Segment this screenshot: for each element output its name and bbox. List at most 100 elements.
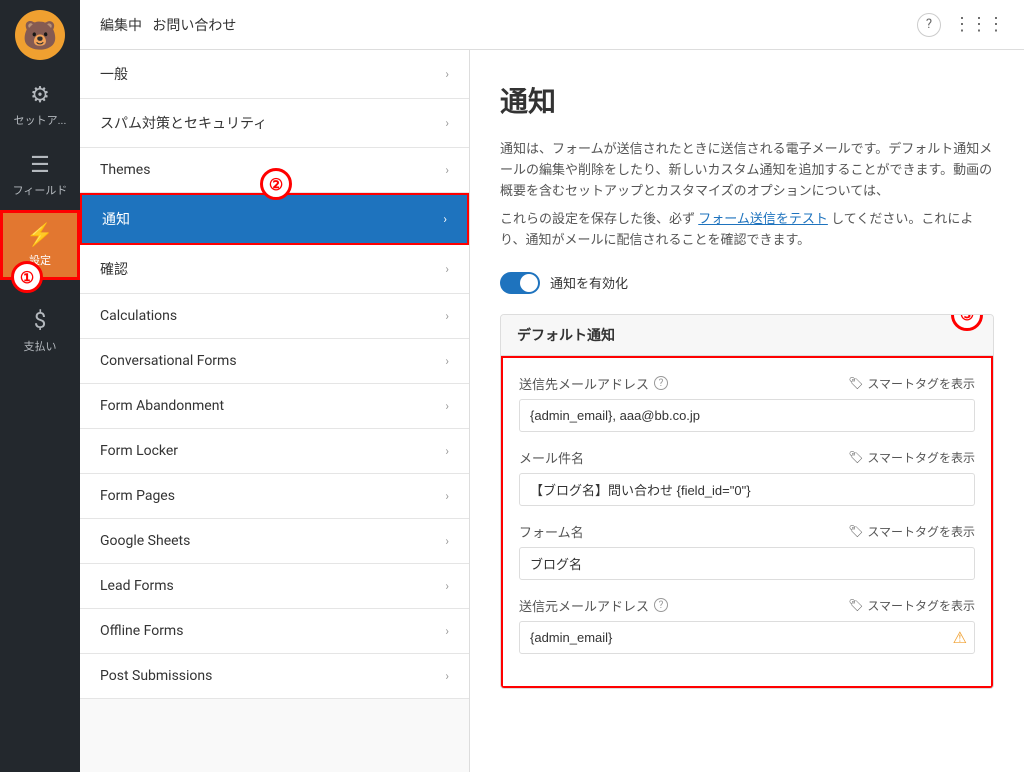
smart-tag-link-from-email[interactable]: 🏷 スマートタグを表示 <box>848 597 975 614</box>
nav-label: Form Pages <box>100 488 175 504</box>
panel-title: 通知 <box>500 80 994 120</box>
annotation-1: ① <box>11 261 43 293</box>
top-bar-actions: ? ⋮⋮⋮ <box>917 13 1004 37</box>
app-logo: 🐻 <box>0 0 80 70</box>
field-row-from-email: 送信元メールアドレス ? 🏷 スマートタグを表示 ⚠ <box>519 596 975 654</box>
subject-input[interactable] <box>519 473 975 506</box>
sidebar-item-label: フィールド <box>13 182 68 198</box>
label-text: 送信元メールアドレス <box>519 596 649 615</box>
help-icon[interactable]: ? <box>654 598 668 612</box>
nav-label: Offline Forms <box>100 623 183 639</box>
desc-text-1: 通知は、フォームが送信されたときに送信される電子メールです。デフォルト通知メール… <box>500 142 992 199</box>
chevron-right-icon: › <box>445 309 449 323</box>
nav-item-form-pages[interactable]: Form Pages › <box>80 474 469 519</box>
nav-label: Calculations <box>100 308 177 324</box>
warning-icon: ⚠ <box>953 628 967 647</box>
from-email-input-wrapper: ⚠ <box>519 621 975 654</box>
notification-card-body: 送信先メールアドレス ? 🏷 スマートタグを表示 <box>501 356 993 688</box>
form-name-title: お問い合わせ <box>152 18 236 34</box>
tag-icon: 🏷 <box>848 598 863 612</box>
tag-icon: 🏷 <box>848 524 863 538</box>
chevron-right-icon: › <box>443 212 447 226</box>
notification-card: デフォルト通知 ③ 送信先メールアドレス ? 🏷 <box>500 314 994 689</box>
to-email-input[interactable] <box>519 399 975 432</box>
sidebar-item-setup[interactable]: ⚙ セットア... <box>0 70 80 140</box>
sidebar-item-settings[interactable]: ⚡ 設定 ① <box>0 210 80 280</box>
nav-label: Conversational Forms <box>100 353 237 369</box>
field-label-subject: メール件名 <box>519 448 584 467</box>
form-name-input[interactable] <box>519 547 975 580</box>
bear-logo-icon: 🐻 <box>15 10 65 60</box>
desc-text-2: これらの設定を保存した後、必ず <box>500 212 695 227</box>
field-label-to-email: 送信先メールアドレス ? <box>519 374 668 393</box>
field-label-row: 送信元メールアドレス ? 🏷 スマートタグを表示 <box>519 596 975 615</box>
from-email-input[interactable] <box>519 621 975 654</box>
nav-item-general[interactable]: 一般 › <box>80 50 469 99</box>
smart-tag-link-form-name[interactable]: 🏷 スマートタグを表示 <box>848 523 975 540</box>
test-link[interactable]: フォーム送信をテスト <box>698 212 828 227</box>
nav-label: Form Abandonment <box>100 398 224 414</box>
label-text: メール件名 <box>519 448 584 467</box>
chevron-right-icon: › <box>445 116 449 130</box>
nav-item-notifications[interactable]: 通知 › <box>80 193 469 245</box>
nav-item-confirmation[interactable]: 確認 › <box>80 245 469 294</box>
field-label-row: メール件名 🏷 スマートタグを表示 <box>519 448 975 467</box>
sidebar: 🐻 ⚙ セットア... ☰ フィールド ⚡ 設定 ① $ 支払い <box>0 0 80 772</box>
nav-item-form-abandonment[interactable]: Form Abandonment › <box>80 384 469 429</box>
main-area: 編集中 お問い合わせ ? ⋮⋮⋮ ② 一般 › スパム対策とセキュリティ › T… <box>80 0 1024 772</box>
smart-tag-label: スマートタグを表示 <box>867 375 975 392</box>
label-text: 送信先メールアドレス <box>519 374 649 393</box>
toggle-row: 通知を有効化 <box>500 272 994 294</box>
chevron-right-icon: › <box>445 489 449 503</box>
nav-label: 通知 <box>102 209 130 229</box>
smart-tag-link-subject[interactable]: 🏷 スマートタグを表示 <box>848 449 975 466</box>
gear-icon: ⚙ <box>30 83 50 108</box>
field-row-to-email: 送信先メールアドレス ? 🏷 スマートタグを表示 <box>519 374 975 432</box>
nav-item-calculations[interactable]: Calculations › <box>80 294 469 339</box>
chevron-right-icon: › <box>445 669 449 683</box>
chevron-right-icon: › <box>445 399 449 413</box>
chevron-right-icon: › <box>445 534 449 548</box>
field-label-form-name: フォーム名 <box>519 522 584 541</box>
nav-item-lead-forms[interactable]: Lead Forms › <box>80 564 469 609</box>
editing-label: 編集中 <box>100 18 142 34</box>
grid-icon[interactable]: ⋮⋮⋮ <box>953 14 1004 35</box>
nav-item-google-sheets[interactable]: Google Sheets › <box>80 519 469 564</box>
smart-tag-label: スマートタグを表示 <box>867 597 975 614</box>
top-bar: 編集中 お問い合わせ ? ⋮⋮⋮ <box>80 0 1024 50</box>
notification-toggle[interactable] <box>500 272 540 294</box>
nav-item-offline-forms[interactable]: Offline Forms › <box>80 609 469 654</box>
nav-label: Post Submissions <box>100 668 212 684</box>
help-icon[interactable]: ? <box>917 13 941 37</box>
annotation-2: ② <box>260 168 292 200</box>
smart-tag-link-to-email[interactable]: 🏷 スマートタグを表示 <box>848 375 975 392</box>
payment-icon: $ <box>34 309 46 334</box>
chevron-right-icon: › <box>445 354 449 368</box>
panel-description-1: 通知は、フォームが送信されたときに送信される電子メールです。デフォルト通知メール… <box>500 140 994 202</box>
field-row-form-name: フォーム名 🏷 スマートタグを表示 <box>519 522 975 580</box>
fields-icon: ☰ <box>30 153 50 178</box>
field-label-row: フォーム名 🏷 スマートタグを表示 <box>519 522 975 541</box>
nav-item-form-locker[interactable]: Form Locker › <box>80 429 469 474</box>
chevron-right-icon: › <box>445 624 449 638</box>
sidebar-item-fields[interactable]: ☰ フィールド <box>0 140 80 210</box>
help-icon[interactable]: ? <box>654 376 668 390</box>
nav-label: Google Sheets <box>100 533 190 549</box>
chevron-right-icon: › <box>445 579 449 593</box>
chevron-right-icon: › <box>445 444 449 458</box>
sidebar-item-label: 支払い <box>24 338 57 354</box>
nav-label: Lead Forms <box>100 578 174 594</box>
nav-label: Themes <box>100 162 150 178</box>
field-label-row: 送信先メールアドレス ? 🏷 スマートタグを表示 <box>519 374 975 393</box>
sidebar-item-payments[interactable]: $ 支払い <box>0 296 80 366</box>
tag-icon: 🏷 <box>848 376 863 390</box>
panel-description-2: これらの設定を保存した後、必ず フォーム送信をテスト してください。これにより、… <box>500 210 994 252</box>
nav-item-conv-forms[interactable]: Conversational Forms › <box>80 339 469 384</box>
chevron-right-icon: › <box>445 67 449 81</box>
nav-label: スパム対策とセキュリティ <box>100 113 267 133</box>
nav-label: 確認 <box>100 259 128 279</box>
nav-item-spam[interactable]: スパム対策とセキュリティ › <box>80 99 469 148</box>
smart-tag-label: スマートタグを表示 <box>867 449 975 466</box>
nav-item-post-submissions[interactable]: Post Submissions › <box>80 654 469 699</box>
smart-tag-label: スマートタグを表示 <box>867 523 975 540</box>
